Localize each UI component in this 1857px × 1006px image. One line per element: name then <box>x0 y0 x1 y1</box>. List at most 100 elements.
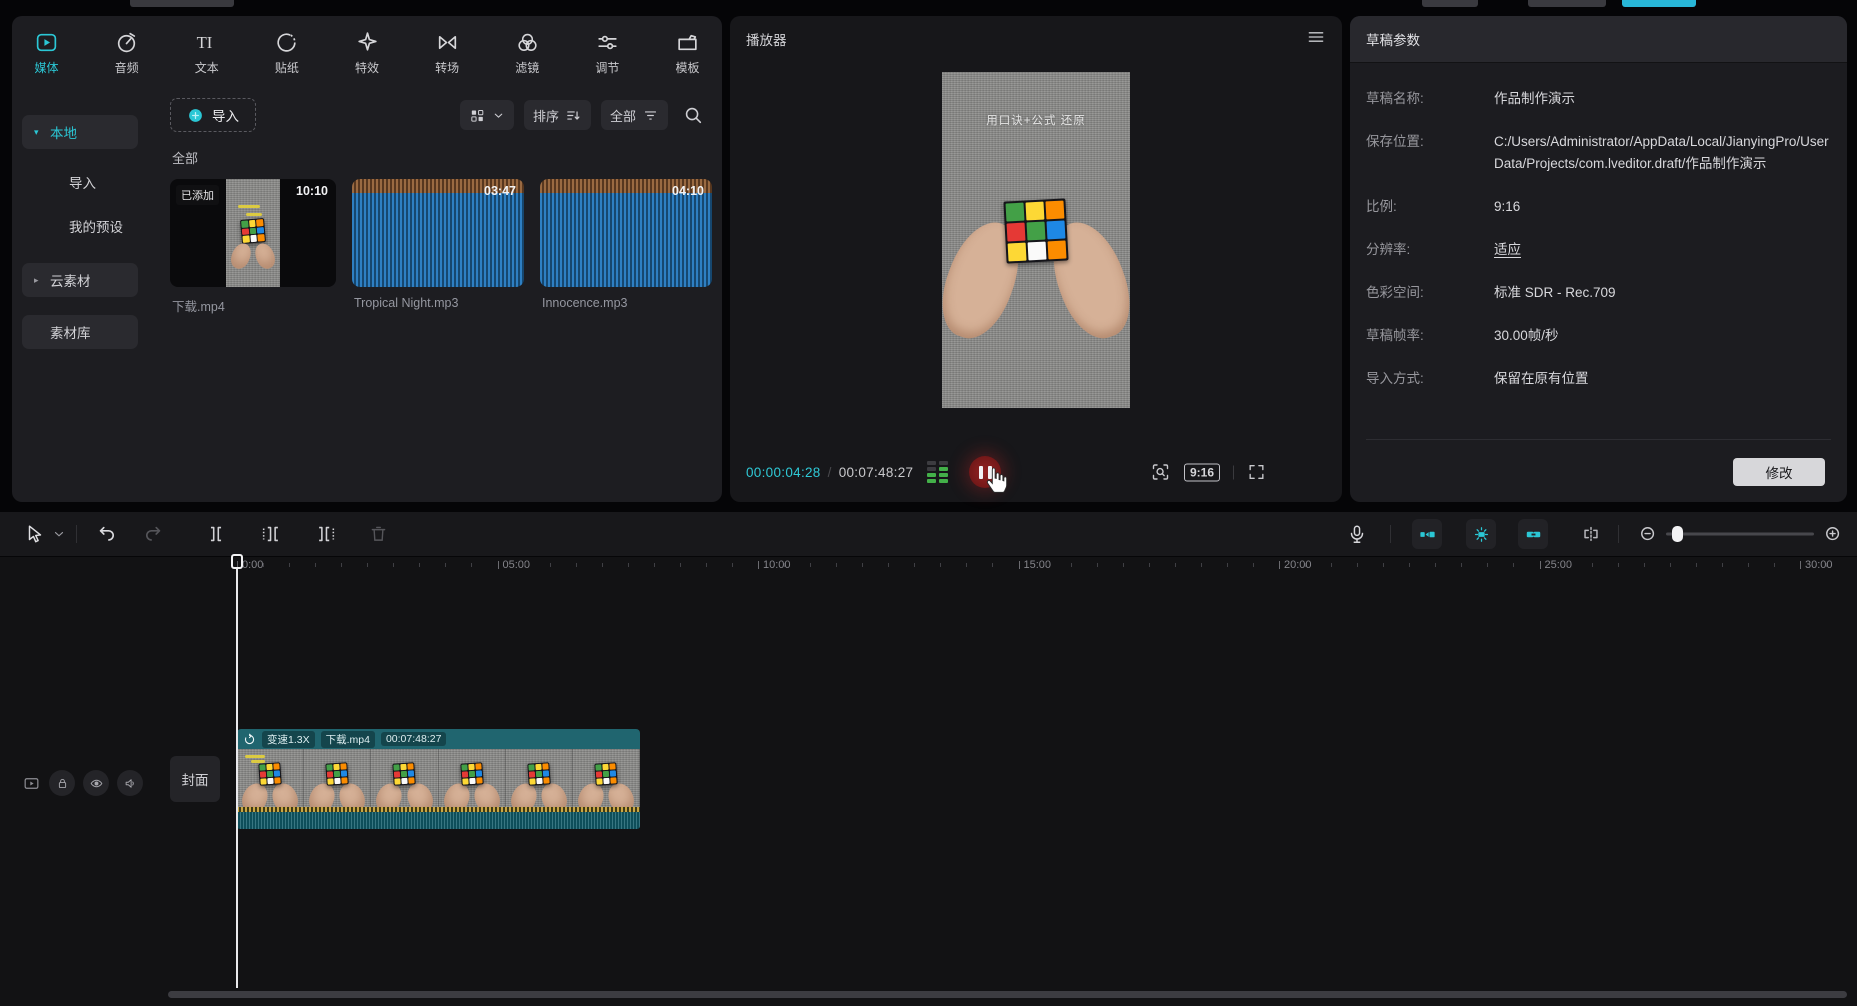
fullscreen-icon[interactable] <box>1247 463 1266 482</box>
filmstrip-frame <box>506 749 573 807</box>
rubiks-cube <box>594 762 617 785</box>
cover-button[interactable]: 封面 <box>170 756 220 802</box>
mute-track-button[interactable] <box>117 770 143 796</box>
split-icon[interactable] <box>205 523 227 545</box>
hide-track-button[interactable] <box>83 770 109 796</box>
hamburger-icon[interactable] <box>1306 27 1326 47</box>
preview-axis-icon[interactable] <box>1580 523 1602 545</box>
sidebar-item-导入[interactable]: 导入 <box>22 171 138 193</box>
sidebar-item-本地[interactable]: ▾本地 <box>22 115 138 149</box>
param-label: 导入方式: <box>1366 368 1494 390</box>
param-value: 作品制作演示 <box>1494 88 1831 110</box>
select-tool-icon[interactable] <box>24 523 46 545</box>
total-time: 00:07:48:27 <box>839 465 914 480</box>
param-label: 草稿名称: <box>1366 88 1494 110</box>
tab-特效[interactable]: 特效 <box>355 30 380 76</box>
cropped-export-button[interactable] <box>1622 0 1696 7</box>
tab-音频[interactable]: 音频 <box>114 30 139 76</box>
delete-icon[interactable] <box>368 524 389 545</box>
param-rows: 草稿名称:作品制作演示保存位置:C:/Users/Administrator/A… <box>1366 88 1831 411</box>
media-card-audio[interactable]: 04:10Innocence.mp3 <box>540 179 712 315</box>
media-card-audio[interactable]: 03:47Tropical Night.mp3 <box>352 179 524 315</box>
preview-quality-icon[interactable] <box>1150 462 1171 483</box>
tab-媒体[interactable]: 媒体 <box>34 30 59 76</box>
tab-调节[interactable]: 调节 <box>595 30 620 76</box>
ruler-tick-minor <box>1357 563 1358 567</box>
filter-button[interactable]: 全部 <box>601 100 668 130</box>
undo-icon[interactable] <box>96 523 118 545</box>
tab-label: 音频 <box>115 59 139 76</box>
ruler-label: 05:00 <box>503 559 531 571</box>
media-sidebar: ▾本地导入我的预设 ▸云素材素材库 <box>22 90 138 349</box>
ratio-button[interactable]: 9:16 <box>1184 463 1220 481</box>
sort-button[interactable]: 排序 <box>524 100 591 130</box>
redo-icon[interactable] <box>142 523 164 545</box>
rubiks-cube <box>393 762 416 785</box>
snap-toggle[interactable] <box>1412 519 1442 549</box>
video-clip[interactable]: 变速1.3X 下载.mp4 00:07:48:27 <box>237 729 640 829</box>
media-card-video[interactable]: 已添加10:10下载.mp4 <box>170 179 336 315</box>
cropped-top-button[interactable] <box>130 0 234 7</box>
split-delete-right-icon[interactable] <box>315 523 337 545</box>
view-mode-dropdown[interactable] <box>460 100 514 130</box>
param-row: 保存位置:C:/Users/Administrator/AppData/Loca… <box>1366 131 1831 175</box>
cropped-top-button[interactable] <box>1528 0 1606 7</box>
param-label: 草稿帧率: <box>1366 325 1494 347</box>
media-tabs: 媒体音频 TI文本 贴纸特效 转场 滤镜 调节 模板 <box>12 16 722 86</box>
sidebar-item-我的预设[interactable]: 我的预设 <box>22 215 138 237</box>
ruler-tick-minor <box>1409 563 1410 567</box>
divider <box>1366 439 1831 440</box>
auto-snap-toggle[interactable] <box>1466 519 1496 549</box>
timeline-ruler[interactable]: 0:0005:0010:0015:0020:0025:0030:00 <box>0 556 1857 582</box>
rubiks-cube <box>1003 198 1068 263</box>
sidebar-item-云素材[interactable]: ▸云素材 <box>22 263 138 297</box>
track-controls <box>0 770 160 796</box>
ruler-tick-minor <box>289 563 290 567</box>
playhead-handle[interactable] <box>231 554 243 569</box>
ruler-tick-minor <box>1175 563 1176 567</box>
sidebar-item-素材库[interactable]: 素材库 <box>22 315 138 349</box>
video-preview[interactable]: 用口诀+公式 还原 <box>942 72 1130 408</box>
cropped-top-button[interactable] <box>1422 0 1478 7</box>
search-icon[interactable] <box>682 104 704 126</box>
rubiks-cube <box>460 762 483 785</box>
clip-duration-chip: 00:07:48:27 <box>381 732 446 746</box>
audio-waveform <box>540 193 712 287</box>
tab-模板[interactable]: 模板 <box>675 30 700 76</box>
ruler-tick-minor <box>1696 563 1697 567</box>
ruler-tick-minor <box>393 563 394 567</box>
plus-icon <box>187 107 204 124</box>
meter-cell <box>939 473 948 477</box>
ruler-tick-minor <box>1670 563 1671 567</box>
param-row: 分辨率:适应 <box>1366 239 1831 261</box>
chevron-down-icon[interactable] <box>52 527 66 541</box>
waveform-stripes <box>237 812 640 829</box>
record-voiceover-icon[interactable] <box>1346 523 1368 545</box>
tab-贴纸[interactable]: 贴纸 <box>274 30 299 76</box>
rubiks-cube <box>326 762 349 785</box>
zoom-in-icon[interactable] <box>1823 524 1843 544</box>
import-button[interactable]: 导入 <box>170 98 256 132</box>
split-delete-left-icon[interactable] <box>260 523 282 545</box>
grid-view-icon <box>469 107 486 124</box>
tab-滤镜[interactable]: 滤镜 <box>515 30 540 76</box>
media-panel: 媒体音频TI文本贴纸特效转场滤镜调节模板 ▾本地导入我的预设▸云素材素材库 导入… <box>12 16 722 502</box>
ruler-tick-minor <box>341 563 342 567</box>
player-panel: 播放器 用口诀+公式 还原 00:00:04:28 / 00:07:48:27 … <box>730 16 1342 502</box>
ruler-tick-minor <box>810 563 811 567</box>
ruler-tick-minor <box>1253 563 1254 567</box>
ruler-label: 10:00 <box>763 559 791 571</box>
app-window: 媒体音频TI文本贴纸特效转场滤镜调节模板 ▾本地导入我的预设▸云素材素材库 导入… <box>0 0 1857 1006</box>
meter-cell <box>939 461 948 465</box>
link-toggle[interactable] <box>1518 519 1548 549</box>
zoom-out-icon[interactable] <box>1638 524 1658 544</box>
param-value[interactable]: 适应 <box>1494 239 1831 261</box>
tab-label: 特效 <box>355 59 379 76</box>
tab-文本[interactable]: TI文本 <box>194 30 219 76</box>
tab-转场[interactable]: 转场 <box>435 30 460 76</box>
zoom-slider-handle[interactable] <box>1672 526 1683 542</box>
lock-track-button[interactable] <box>49 770 75 796</box>
zoom-slider-track[interactable] <box>1666 533 1814 536</box>
modify-button[interactable]: 修改 <box>1733 458 1825 486</box>
horizontal-scrollbar[interactable] <box>168 991 1847 998</box>
